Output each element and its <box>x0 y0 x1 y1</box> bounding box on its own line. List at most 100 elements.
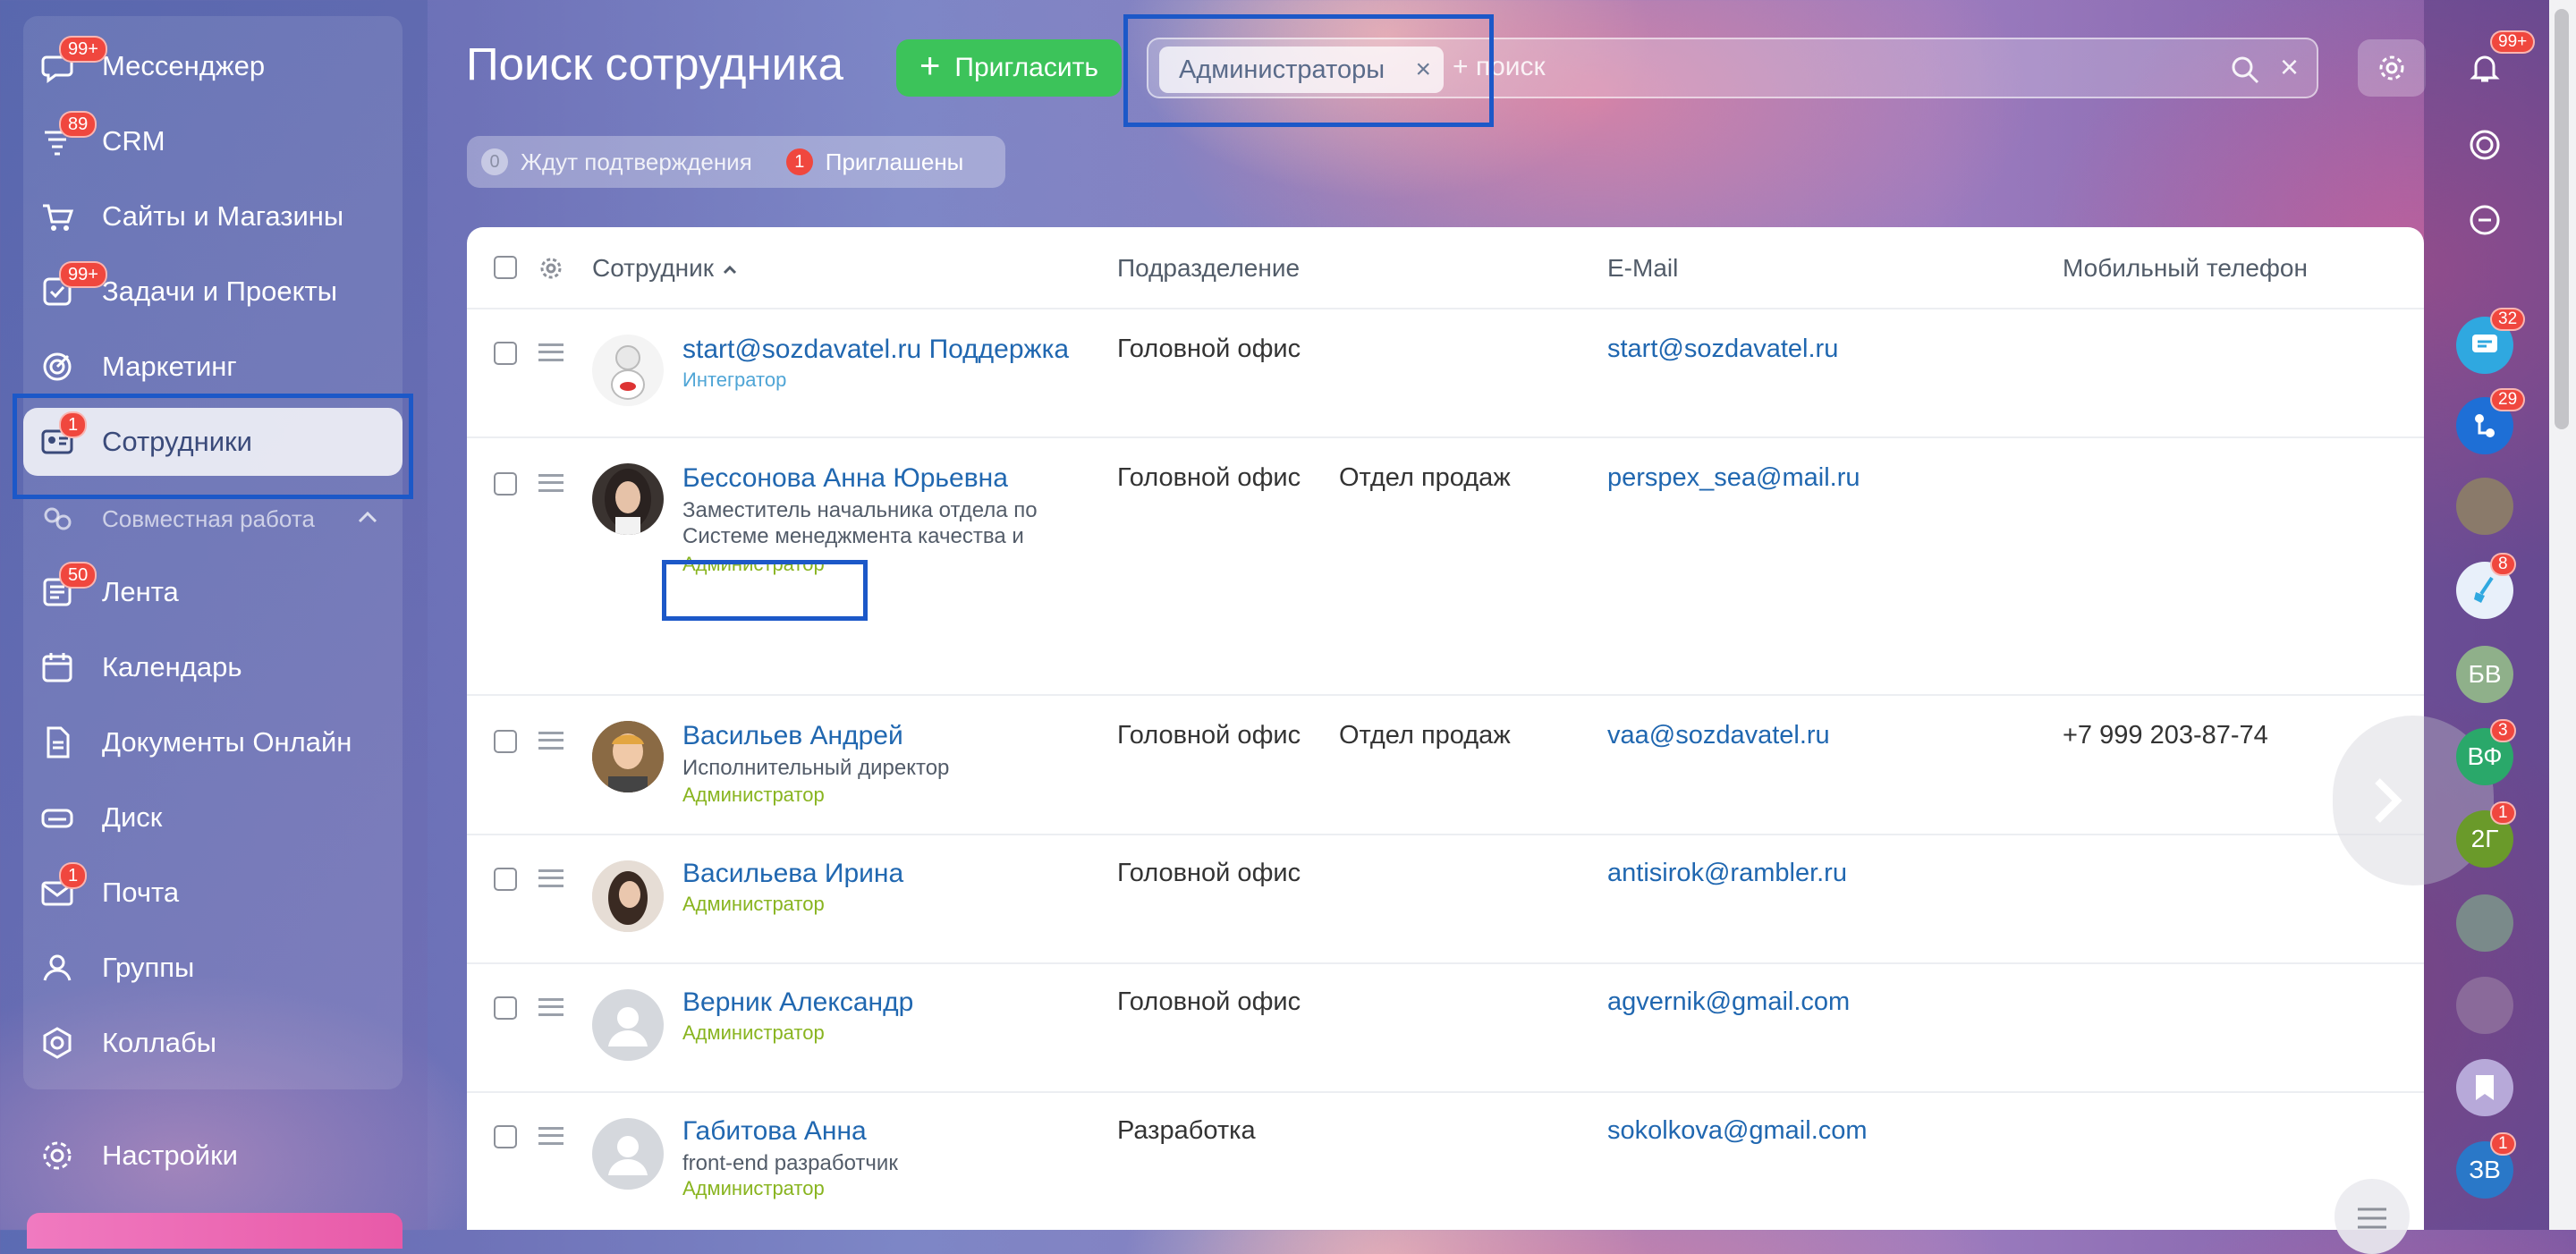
table-row[interactable]: Габитова Анна front-end разработчик Адми… <box>467 1091 2424 1230</box>
invited-counter[interactable]: 1 Приглашены <box>785 148 963 176</box>
employee-role: Интегратор <box>682 369 787 391</box>
sidebar-item-groups[interactable]: Группы <box>23 934 402 1002</box>
list-settings-button[interactable] <box>2358 39 2426 97</box>
gear-icon[interactable] <box>538 256 564 281</box>
sidebar-item-label: Коллабы <box>102 1027 217 1058</box>
row-checkbox[interactable] <box>494 868 517 891</box>
table-row[interactable]: Васильев Андрей Исполнительный директор … <box>467 694 2424 835</box>
employees-table: Сотрудник Подразделение E-Mail Мобильный… <box>467 227 2424 1230</box>
chevron-up-icon[interactable] <box>354 504 381 538</box>
plus-icon: + <box>919 47 941 86</box>
sidebar-item-disk[interactable]: Диск <box>23 784 402 852</box>
email-link[interactable]: antisirok@rambler.ru <box>1607 859 1847 888</box>
avatar-placeholder-icon[interactable] <box>592 989 664 1061</box>
email-link[interactable]: perspex_sea@mail.ru <box>1607 463 1860 493</box>
sidebar-item-messenger[interactable]: 99+ Мессенджер <box>23 32 402 100</box>
chat-avatar-8[interactable] <box>2456 977 2513 1034</box>
pending-counter[interactable]: 0 Ждут подтверждения <box>481 148 752 176</box>
sidebar-item-feed[interactable]: 50 Лента <box>23 558 402 626</box>
avatar[interactable] <box>592 860 664 932</box>
email-link[interactable]: start@sozdavatel.ru <box>1607 335 1838 364</box>
email-link[interactable]: agvernik@gmail.com <box>1607 987 1850 1017</box>
sidebar-item-label: Настройки <box>102 1140 239 1171</box>
column-employee[interactable]: Сотрудник <box>592 254 739 283</box>
scrollbar-thumb[interactable] <box>2555 9 2569 429</box>
sidebar-item-documents[interactable]: Документы Онлайн <box>23 708 402 776</box>
employee-name-link[interactable]: Бессонова Анна Юрьевна <box>682 463 1008 494</box>
sidebar-item-sites[interactable]: Сайты и Магазины <box>23 182 402 250</box>
drag-handle-icon[interactable] <box>538 1127 564 1145</box>
chat-avatar-3[interactable]: 8 <box>2456 553 2516 619</box>
employee-name-link[interactable]: start@sozdavatel.ru Поддержка <box>682 335 1069 365</box>
email-link[interactable]: sokolkova@gmail.com <box>1607 1116 1868 1146</box>
sidebar-item-calendar[interactable]: Календарь <box>23 633 402 701</box>
sidebar-item-label: Маркетинг <box>102 351 237 382</box>
sidebar-item-tasks[interactable]: 99+ Задачи и Проекты <box>23 258 402 326</box>
chat-avatar-7[interactable] <box>2456 894 2513 952</box>
table-row[interactable]: start@sozdavatel.ru Поддержка Интегратор… <box>467 308 2424 438</box>
avatar-placeholder-icon[interactable] <box>592 1118 664 1190</box>
invite-button[interactable]: + Пригласить <box>896 39 1122 97</box>
sidebar-item-collabs[interactable]: Коллабы <box>23 1009 402 1077</box>
subdepartment-cell: Отдел продаж <box>1339 463 1511 492</box>
activity-button[interactable] <box>2456 116 2513 174</box>
column-label: Сотрудник <box>592 254 715 282</box>
employee-role: Администратор <box>682 1021 825 1044</box>
search-icon[interactable] <box>2229 54 2261 86</box>
groups-icon <box>39 950 75 986</box>
row-checkbox[interactable] <box>494 730 517 753</box>
avatar[interactable] <box>592 721 664 792</box>
disk-icon <box>39 800 75 835</box>
left-sidebar: 99+ Мессенджер 89 CRM Сайты и Магазины 9… <box>0 0 428 1249</box>
drag-handle-icon[interactable] <box>538 474 564 492</box>
chat-badge: 8 <box>2490 553 2516 576</box>
upgrade-button[interactable] <box>27 1213 402 1249</box>
row-checkbox[interactable] <box>494 1125 517 1148</box>
email-link[interactable]: vaa@sozdavatel.ru <box>1607 721 1830 750</box>
mail-icon: 1 <box>39 862 88 911</box>
document-icon <box>39 724 75 760</box>
chat-avatar-5[interactable]: ВФ 3 <box>2456 719 2516 785</box>
drag-handle-icon[interactable] <box>538 732 564 750</box>
highlight-box-admin-role <box>662 560 868 621</box>
sidebar-item-crm[interactable]: 89 CRM <box>23 107 402 175</box>
list-toggle-button[interactable] <box>2334 1179 2410 1254</box>
sidebar-item-mail[interactable]: 1 Почта <box>23 859 402 927</box>
chat-badge: 1 <box>2490 801 2516 825</box>
sidebar-item-label: Группы <box>102 952 195 983</box>
column-phone[interactable]: Мобильный телефон <box>2063 254 2308 283</box>
employee-name-link[interactable]: Васильева Ирина <box>682 859 903 889</box>
row-checkbox[interactable] <box>494 342 517 365</box>
notifications-button[interactable]: 99+ <box>2456 30 2536 97</box>
sidebar-item-settings[interactable]: Настройки <box>23 1122 402 1190</box>
table-row[interactable]: Васильева Ирина Администратор Головной о… <box>467 834 2424 964</box>
employee-name-link[interactable]: Васильев Андрей <box>682 721 903 751</box>
gear-icon <box>2379 55 2404 80</box>
chat-avatar-1[interactable]: 29 <box>2456 388 2526 454</box>
chat-avatar-2[interactable] <box>2456 478 2513 535</box>
row-checkbox[interactable] <box>494 996 517 1020</box>
chat-avatar-0[interactable]: 32 <box>2456 308 2526 374</box>
search-chat-button[interactable] <box>2456 191 2513 249</box>
drag-handle-icon[interactable] <box>538 998 564 1016</box>
clear-search-icon[interactable]: × <box>2280 48 2299 86</box>
employee-name-link[interactable]: Верник Александр <box>682 987 913 1018</box>
sidebar-item-marketing[interactable]: Маркетинг <box>23 333 402 401</box>
employee-name-link[interactable]: Габитова Анна <box>682 1116 867 1147</box>
avatar[interactable] <box>592 463 664 535</box>
chat-avatar-6[interactable]: 2Г 1 <box>2456 801 2516 868</box>
column-department[interactable]: Подразделение <box>1117 254 1300 283</box>
pending-count: 0 <box>481 148 508 175</box>
avatar[interactable] <box>592 335 664 406</box>
drag-handle-icon[interactable] <box>538 343 564 361</box>
chat-avatar-10[interactable]: ЗВ 1 <box>2456 1132 2516 1199</box>
drag-handle-icon[interactable] <box>538 869 564 887</box>
department-cell: Головной офис <box>1117 859 1301 887</box>
table-row[interactable]: Верник Александр Администратор Головной … <box>467 962 2424 1093</box>
select-all-checkbox[interactable] <box>494 256 517 279</box>
feed-icon: 50 <box>39 562 97 610</box>
column-email[interactable]: E-Mail <box>1607 254 1678 283</box>
row-checkbox[interactable] <box>494 472 517 496</box>
chat-avatar-4[interactable]: БВ <box>2456 646 2513 703</box>
chat-avatar-9[interactable] <box>2456 1059 2513 1116</box>
